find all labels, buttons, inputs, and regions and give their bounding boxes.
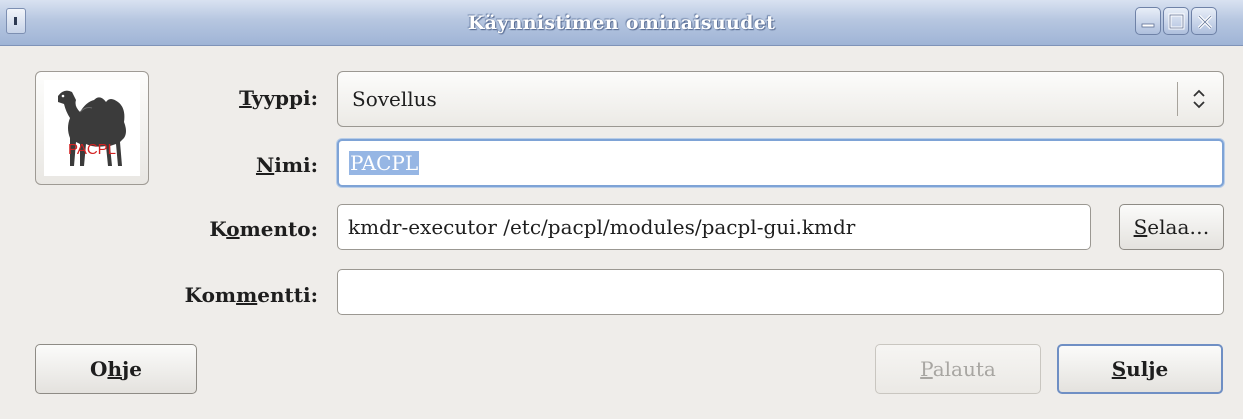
type-select-value: Sovellus <box>352 87 437 111</box>
title-bar: Käynnistimen ominaisuudet <box>0 0 1243 46</box>
window-title: Käynnistimen ominaisuudet <box>467 12 776 34</box>
help-button[interactable]: Ohje <box>35 344 197 394</box>
comment-field[interactable] <box>337 269 1224 315</box>
command-field-value: kmdr-executor /etc/pacpl/modules/pacpl-g… <box>348 215 856 239</box>
command-field[interactable]: kmdr-executor /etc/pacpl/modules/pacpl-g… <box>337 204 1091 250</box>
revert-button[interactable]: Palauta <box>875 344 1041 394</box>
maximize-icon[interactable] <box>1163 7 1189 35</box>
close-button[interactable]: Sulje <box>1057 344 1223 394</box>
type-select[interactable]: Sovellus <box>337 71 1224 127</box>
close-icon[interactable] <box>1191 7 1217 35</box>
name-label: Nimi: <box>255 153 318 177</box>
select-separator <box>1177 82 1178 116</box>
minimize-icon[interactable] <box>1135 7 1161 35</box>
type-label: Tyyppi: <box>239 86 318 110</box>
name-field[interactable]: PACPL <box>337 139 1224 187</box>
comment-label: Kommentti: <box>184 283 318 307</box>
command-label: Komento: <box>209 217 318 241</box>
browse-button[interactable]: Selaa… <box>1119 204 1224 250</box>
updown-chevron-icon <box>1193 89 1205 109</box>
svg-text:PACPL: PACPL <box>68 141 116 158</box>
name-field-value: PACPL <box>349 151 420 175</box>
